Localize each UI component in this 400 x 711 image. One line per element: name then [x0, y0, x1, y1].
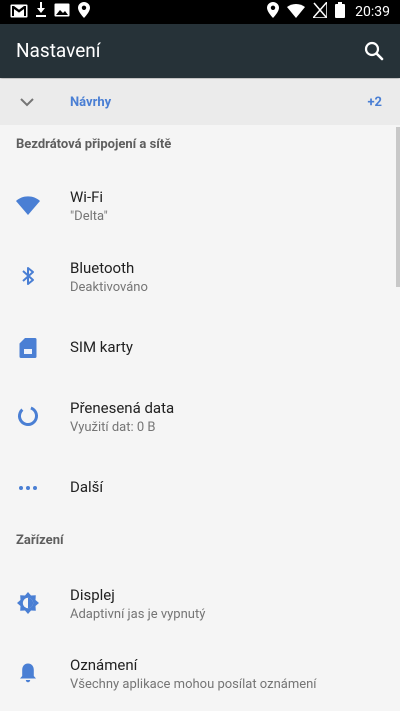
app-bar: Nastavení: [0, 24, 400, 78]
wifi-icon: [287, 3, 306, 22]
more-icon: [15, 475, 41, 501]
gmail-icon: [10, 3, 28, 22]
settings-item-title: Wi‑Fi: [70, 188, 104, 206]
location-icon: [267, 2, 280, 22]
settings-item-summary: Všechny aplikace mohou posílat oznámení: [70, 677, 317, 692]
brightness-icon: [15, 590, 41, 616]
settings-item-sim-cards[interactable]: SIM karty: [0, 316, 396, 380]
settings-item-display[interactable]: Displej Adaptivní jas je vypnutý: [0, 572, 396, 636]
scrollbar[interactable]: [396, 127, 400, 287]
settings-item-title: Bluetooth: [70, 259, 135, 277]
location-icon: [78, 2, 90, 22]
settings-item-summary: Adaptivní jas je vypnutý: [70, 607, 206, 622]
notifications-icon: [15, 660, 41, 686]
image-icon: [54, 2, 70, 22]
settings-item-title: SIM karty: [70, 338, 134, 356]
section-header-wireless: Bezdrátová připojení a sítě: [16, 137, 172, 152]
section-header-device: Zařízení: [16, 533, 64, 548]
settings-item-summary: Deaktivováno: [70, 280, 148, 295]
bluetooth-icon: [15, 263, 41, 289]
settings-item-more[interactable]: Další: [0, 456, 396, 520]
no-signal-icon: [311, 0, 328, 22]
status-bar-left: [10, 2, 90, 22]
wifi-icon: [15, 193, 41, 219]
suggestions-count: +2: [367, 95, 382, 110]
settings-item-wifi[interactable]: Wi‑Fi "Delta": [0, 174, 396, 238]
settings-item-summary: "Delta": [70, 209, 108, 224]
settings-item-title: Oznámení: [70, 656, 138, 674]
settings-item-title: Přenesená data: [70, 399, 175, 417]
status-bar-time: 20:39: [355, 4, 390, 20]
settings-item-data-usage[interactable]: Přenesená data Využití dat: 0 B: [0, 385, 396, 449]
settings-item-title: Displej: [70, 586, 115, 604]
settings-item-title: Další: [70, 478, 104, 496]
status-bar: 20:39: [0, 0, 400, 24]
status-bar-right: 20:39: [267, 0, 390, 24]
suggestions-label: Návrhy: [70, 95, 112, 110]
search-icon[interactable]: [362, 39, 386, 63]
settings-item-notifications[interactable]: Oznámení Všechny aplikace mohou posílat …: [0, 642, 396, 706]
data-usage-icon: [15, 403, 41, 429]
battery-icon: [335, 2, 346, 22]
settings-item-bluetooth[interactable]: Bluetooth Deaktivováno: [0, 245, 396, 309]
sim-card-icon: [15, 335, 41, 361]
chevron-down-icon: [18, 93, 36, 111]
suggestions-header[interactable]: Návrhy +2: [0, 79, 400, 125]
settings-item-summary: Využití dat: 0 B: [70, 420, 156, 435]
download-icon: [36, 2, 46, 22]
page-title: Nastavení: [16, 39, 101, 62]
